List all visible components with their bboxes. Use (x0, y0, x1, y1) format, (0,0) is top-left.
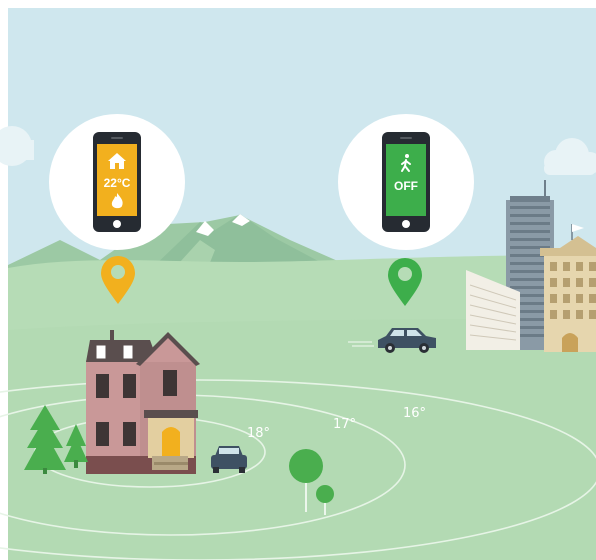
ring-label-16: 16° (403, 406, 426, 421)
phone-bubble-heating: 22°C (49, 114, 185, 250)
temperature-setting: 22°C (104, 176, 131, 190)
phone-bubble-away: OFF (338, 114, 474, 250)
ring-label-17: 17° (333, 417, 356, 432)
ring-label-18: 18° (247, 426, 270, 441)
house (86, 330, 200, 474)
smart-thermostat-illustration: 18° 17° 16° 22°C OFF (0, 0, 596, 560)
away-status: OFF (394, 179, 418, 193)
